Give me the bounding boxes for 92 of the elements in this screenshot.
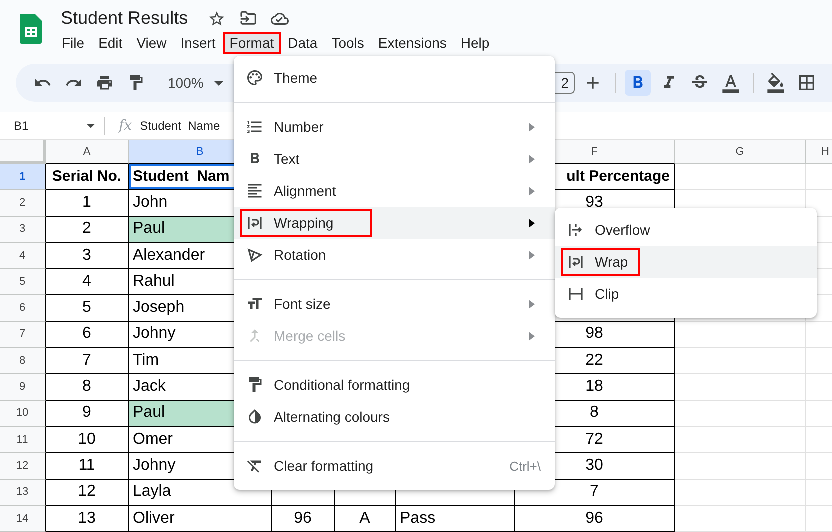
row-number[interactable]: 7 (0, 322, 46, 348)
row-number[interactable]: 8 (0, 348, 46, 374)
wrap-icon (567, 253, 585, 271)
submenu-arrow-icon (529, 154, 535, 164)
menu-item[interactable]: Format (222, 32, 282, 54)
menu-item[interactable]: Number (234, 111, 555, 143)
table-cell[interactable]: 1 (46, 190, 129, 217)
menu-item-label: Theme (274, 70, 318, 86)
table-cell[interactable]: 11 (46, 453, 129, 480)
row-number[interactable]: 3 (0, 216, 46, 243)
menu-item-label: Number (274, 119, 324, 135)
submenu-arrow-icon (529, 250, 535, 260)
table-cell[interactable]: 3 (46, 242, 129, 270)
menu-item-label: Merge cells (274, 328, 346, 344)
menu-item-label: Clear formatting (274, 458, 374, 474)
table-cell[interactable]: 7 (46, 348, 129, 374)
row-number[interactable]: 14 (0, 506, 46, 532)
numbered-list-icon (246, 118, 264, 136)
row-number[interactable]: 2 (0, 190, 46, 217)
menu-item[interactable]: Data (281, 32, 325, 54)
formula-input[interactable]: Student Name (140, 118, 220, 132)
row-number[interactable]: 12 (0, 453, 46, 480)
paint-roller-icon (246, 376, 264, 394)
table-cell[interactable]: 8 (46, 374, 129, 401)
menu-item-label: Wrapping (274, 215, 334, 231)
wrap-icon (246, 214, 264, 232)
caret-icon (214, 80, 224, 86)
table-cell[interactable]: 12 (46, 480, 129, 506)
menu-item[interactable]: Wrap (555, 246, 817, 278)
table-cell[interactable]: Oliver (129, 506, 272, 532)
drop-icon (246, 408, 264, 426)
table-cell[interactable]: A (335, 506, 396, 532)
menu-item-label: Font size (274, 296, 331, 312)
table-cell[interactable]: 5 (46, 295, 129, 322)
menu-item-label: Alternating colours (274, 409, 390, 425)
select-all-corner[interactable] (0, 140, 46, 164)
menu-item-label: Rotation (274, 247, 326, 263)
menu-item-label: Text (274, 151, 300, 167)
menu-item-label: Wrap (595, 254, 628, 270)
column-header[interactable]: H (806, 140, 832, 164)
menu-item-label: Alignment (274, 183, 336, 199)
menu-item[interactable]: Edit (92, 32, 130, 54)
clip-icon (567, 285, 585, 303)
row-number[interactable]: 11 (0, 426, 46, 454)
folder-move-icon[interactable] (240, 10, 258, 27)
menu-item-label: Conditional formatting (274, 377, 410, 393)
menu-item[interactable]: Wrapping (234, 207, 555, 239)
column-header[interactable]: A (46, 140, 129, 164)
table-cell[interactable]: Serial No. (46, 164, 129, 190)
menu-item[interactable]: Help (454, 32, 497, 54)
rotate-icon (246, 246, 264, 264)
menu-item[interactable]: Insert (174, 32, 223, 54)
table-cell[interactable]: 96 (272, 506, 335, 532)
menu-item[interactable]: Clip (555, 278, 817, 310)
table-cell[interactable]: 4 (46, 269, 129, 296)
submenu-arrow-icon (529, 218, 535, 228)
cell-reference[interactable]: B1 (0, 118, 82, 132)
table-cell[interactable]: 2 (46, 216, 129, 243)
submenu-arrow-icon (529, 122, 535, 132)
menu-item[interactable]: Tools (324, 32, 372, 54)
document-title[interactable]: Student Results (61, 8, 188, 29)
submenu-arrow-icon (529, 300, 535, 308)
overflow-icon (567, 221, 585, 239)
table-cell[interactable]: 10 (46, 426, 129, 454)
menu-item[interactable]: File (55, 32, 92, 54)
menu-item[interactable]: View (130, 32, 174, 54)
table-cell[interactable]: 96 (515, 506, 675, 532)
sheets-logo-icon (20, 14, 42, 44)
table-cell[interactable]: Pass (396, 506, 515, 532)
row-number[interactable]: 4 (0, 242, 46, 270)
star-icon[interactable] (208, 10, 226, 28)
menu-item[interactable]: Extensions (371, 32, 454, 54)
menu-item-label: Overflow (595, 222, 650, 238)
function-label: fx (119, 118, 132, 134)
menu-item-label: Clip (595, 286, 620, 302)
row-number[interactable]: 9 (0, 374, 46, 401)
palette-icon (246, 69, 264, 87)
row-number[interactable]: 5 (0, 269, 46, 296)
align-left-icon (246, 182, 264, 200)
row-number[interactable]: 6 (0, 295, 46, 322)
row-number[interactable]: 1 (0, 164, 46, 190)
row-number[interactable]: 10 (0, 400, 46, 427)
table-cell[interactable]: 6 (46, 322, 129, 348)
bold-button[interactable] (625, 70, 651, 96)
submenu-arrow-icon (529, 332, 535, 340)
table-cell[interactable]: 9 (46, 400, 129, 427)
table-cell[interactable]: 13 (46, 506, 129, 532)
submenu-arrow-icon (529, 186, 535, 196)
zoom-dropdown[interactable]: 100% (162, 75, 230, 91)
menu-item[interactable]: Overflow (555, 214, 817, 246)
column-header[interactable]: G (675, 140, 806, 164)
row-number[interactable]: 13 (0, 480, 46, 506)
